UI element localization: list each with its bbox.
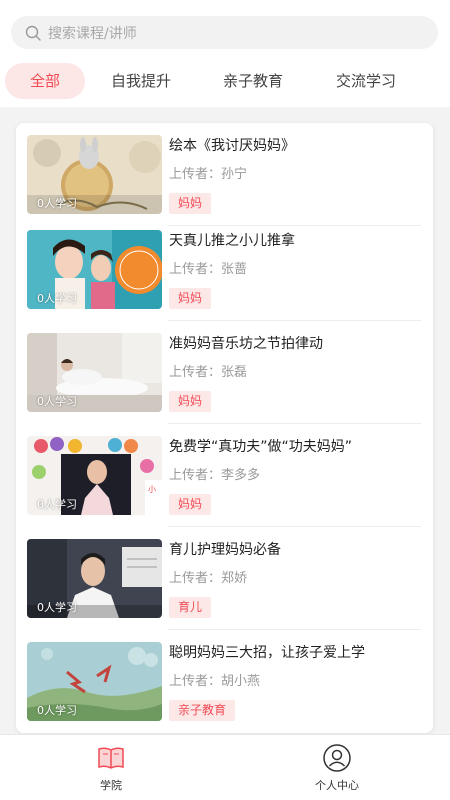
course-tag: 妈妈 [169, 288, 212, 309]
course-item[interactable]: 0人学习 天真儿推之小儿推拿 上传者：张蔷 妈妈 [16, 218, 433, 321]
svg-text:小: 小 [148, 485, 156, 494]
course-title[interactable]: 绘本《我讨厌妈妈》 [169, 135, 295, 155]
user-icon [323, 744, 351, 772]
course-tag: 妈妈 [169, 494, 212, 515]
tab-parenting[interactable]: 亲子教育 [213, 63, 293, 99]
learner-count: 0人学习 [37, 704, 77, 717]
nav-academy-label: 学院 [100, 779, 122, 792]
course-uploader: 上传者：胡小燕 [169, 674, 261, 689]
course-item[interactable]: 0人学习 绘本《我讨厌妈妈》 上传者：孙宁 妈妈 [16, 123, 433, 226]
course-thumbnail[interactable]: 0人学习 [27, 642, 162, 721]
course-tag: 妈妈 [169, 391, 212, 412]
tab-all[interactable]: 全部 [5, 63, 85, 99]
tab-exchange[interactable]: 交流学习 [326, 63, 406, 99]
learner-count: 0人学习 [37, 395, 77, 408]
search-bar[interactable]: 搜索课程/讲师 [11, 16, 438, 49]
course-thumbnail[interactable]: 0人学习 [27, 135, 162, 214]
course-title[interactable]: 天真儿推之小儿推拿 [169, 230, 295, 250]
course-item[interactable]: 0人学习 聪明妈妈三大招，让孩子爱上学 上传者：胡小燕 亲子教育 [16, 630, 433, 733]
tab-self-improvement[interactable]: 自我提升 [101, 63, 181, 99]
course-tag: 妈妈 [169, 193, 212, 214]
search-icon [25, 25, 41, 41]
course-uploader: 上传者：郑娇 [169, 571, 248, 586]
search-placeholder[interactable]: 搜索课程/讲师 [48, 23, 137, 43]
course-list: 0人学习 绘本《我讨厌妈妈》 上传者：孙宁 妈妈 0人学习 天真儿推之小儿推拿 [16, 123, 433, 733]
nav-profile-label: 个人中心 [315, 779, 359, 792]
learner-count: 0人学习 [37, 292, 77, 305]
course-tag: 亲子教育 [169, 700, 236, 721]
course-item[interactable]: 0人学习 准妈妈音乐坊之节拍律动 上传者：张磊 妈妈 [16, 321, 433, 424]
course-uploader: 上传者：李多多 [169, 468, 261, 483]
course-title[interactable]: 准妈妈音乐坊之节拍律动 [169, 333, 323, 353]
learner-count: 0人学习 [37, 601, 77, 614]
course-uploader: 上传者：张磊 [169, 365, 248, 380]
category-tabs: 全部 自我提升 亲子教育 交流学习 [0, 63, 450, 99]
course-title[interactable]: 免费学“真功夫”做“功夫妈妈” [169, 436, 352, 456]
learner-count: 0人学习 [37, 498, 77, 511]
course-thumbnail[interactable]: 0人学习 [27, 333, 162, 412]
bottom-nav: 学院 个人中心 [0, 734, 450, 800]
course-thumbnail[interactable]: 0人学习 [27, 539, 162, 618]
learner-count: 0人学习 [37, 197, 77, 210]
nav-profile[interactable]: 个人中心 [297, 743, 377, 793]
course-uploader: 上传者：孙宁 [169, 167, 248, 182]
course-item[interactable]: 小 0人学习 免费学“真功夫”做“功夫妈妈” 上传者：李多多 妈妈 [16, 424, 433, 527]
course-title[interactable]: 聪明妈妈三大招，让孩子爱上学 [169, 642, 365, 662]
course-thumbnail[interactable]: 小 0人学习 [27, 436, 162, 515]
course-tag: 育儿 [169, 597, 212, 618]
course-title[interactable]: 育儿护理妈妈必备 [169, 539, 281, 559]
course-thumbnail[interactable]: 0人学习 [27, 230, 162, 309]
course-uploader: 上传者：张蔷 [169, 262, 248, 277]
book-icon [98, 747, 124, 769]
nav-academy[interactable]: 学院 [71, 743, 151, 793]
header: 搜索课程/讲师 全部 自我提升 亲子教育 交流学习 [0, 0, 450, 107]
course-item[interactable]: 0人学习 育儿护理妈妈必备 上传者：郑娇 育儿 [16, 527, 433, 630]
